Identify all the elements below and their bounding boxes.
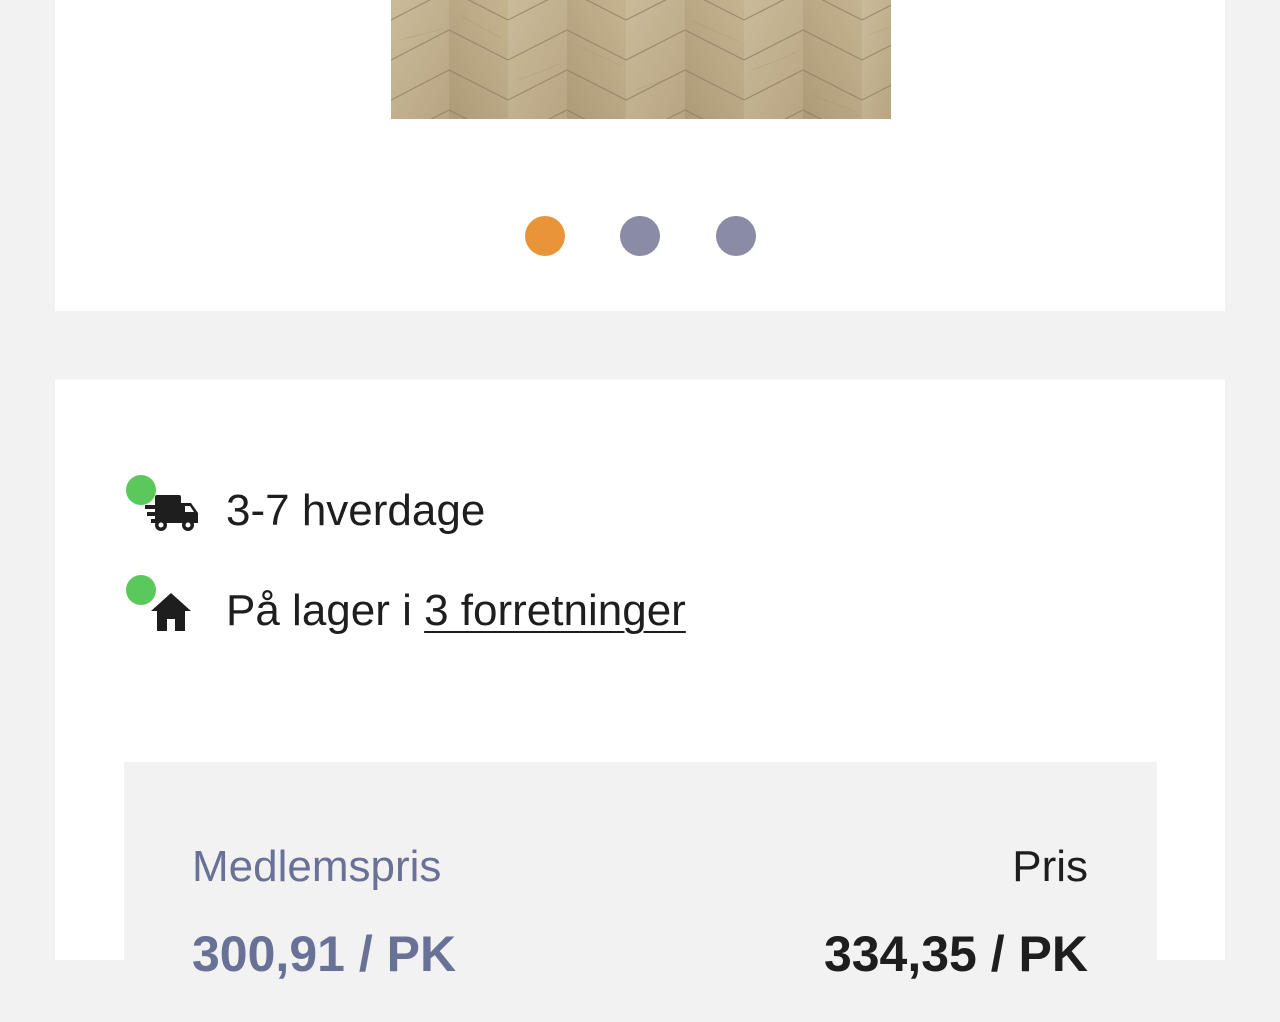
carousel-dots (55, 216, 1225, 256)
product-image[interactable] (391, 0, 891, 119)
carousel-dot-2[interactable] (620, 216, 660, 256)
stock-text: På lager i 3 forretninger (226, 585, 686, 637)
stock-prefix: På lager i (226, 586, 425, 635)
product-gallery (55, 0, 1225, 311)
price-value: 334,35 / PK (823, 926, 1088, 982)
delivery-status-icon (125, 475, 205, 539)
price-box: Medlemspris 300,91 / PK Pris 334,35 / PK (124, 762, 1157, 1022)
carousel-dot-3[interactable] (716, 216, 756, 256)
carousel-dot-1[interactable] (525, 216, 565, 256)
member-price-value: 300,91 / PK (192, 926, 457, 982)
price-label: Pris (1012, 842, 1088, 891)
stock-status-icon (125, 575, 205, 639)
delivery-time-text: 3-7 hverdage (226, 486, 486, 535)
stores-link[interactable]: 3 forretninger (424, 586, 686, 635)
stock-status: På lager i 3 forretninger (125, 575, 1025, 639)
stock-status-indicator (126, 575, 156, 605)
delivery-status: 3-7 hverdage (125, 475, 1025, 539)
member-price-label: Medlemspris (192, 842, 442, 891)
delivery-status-indicator (126, 475, 156, 505)
product-info: 3-7 hverdage På lager i 3 forretninger M… (55, 379, 1225, 1022)
